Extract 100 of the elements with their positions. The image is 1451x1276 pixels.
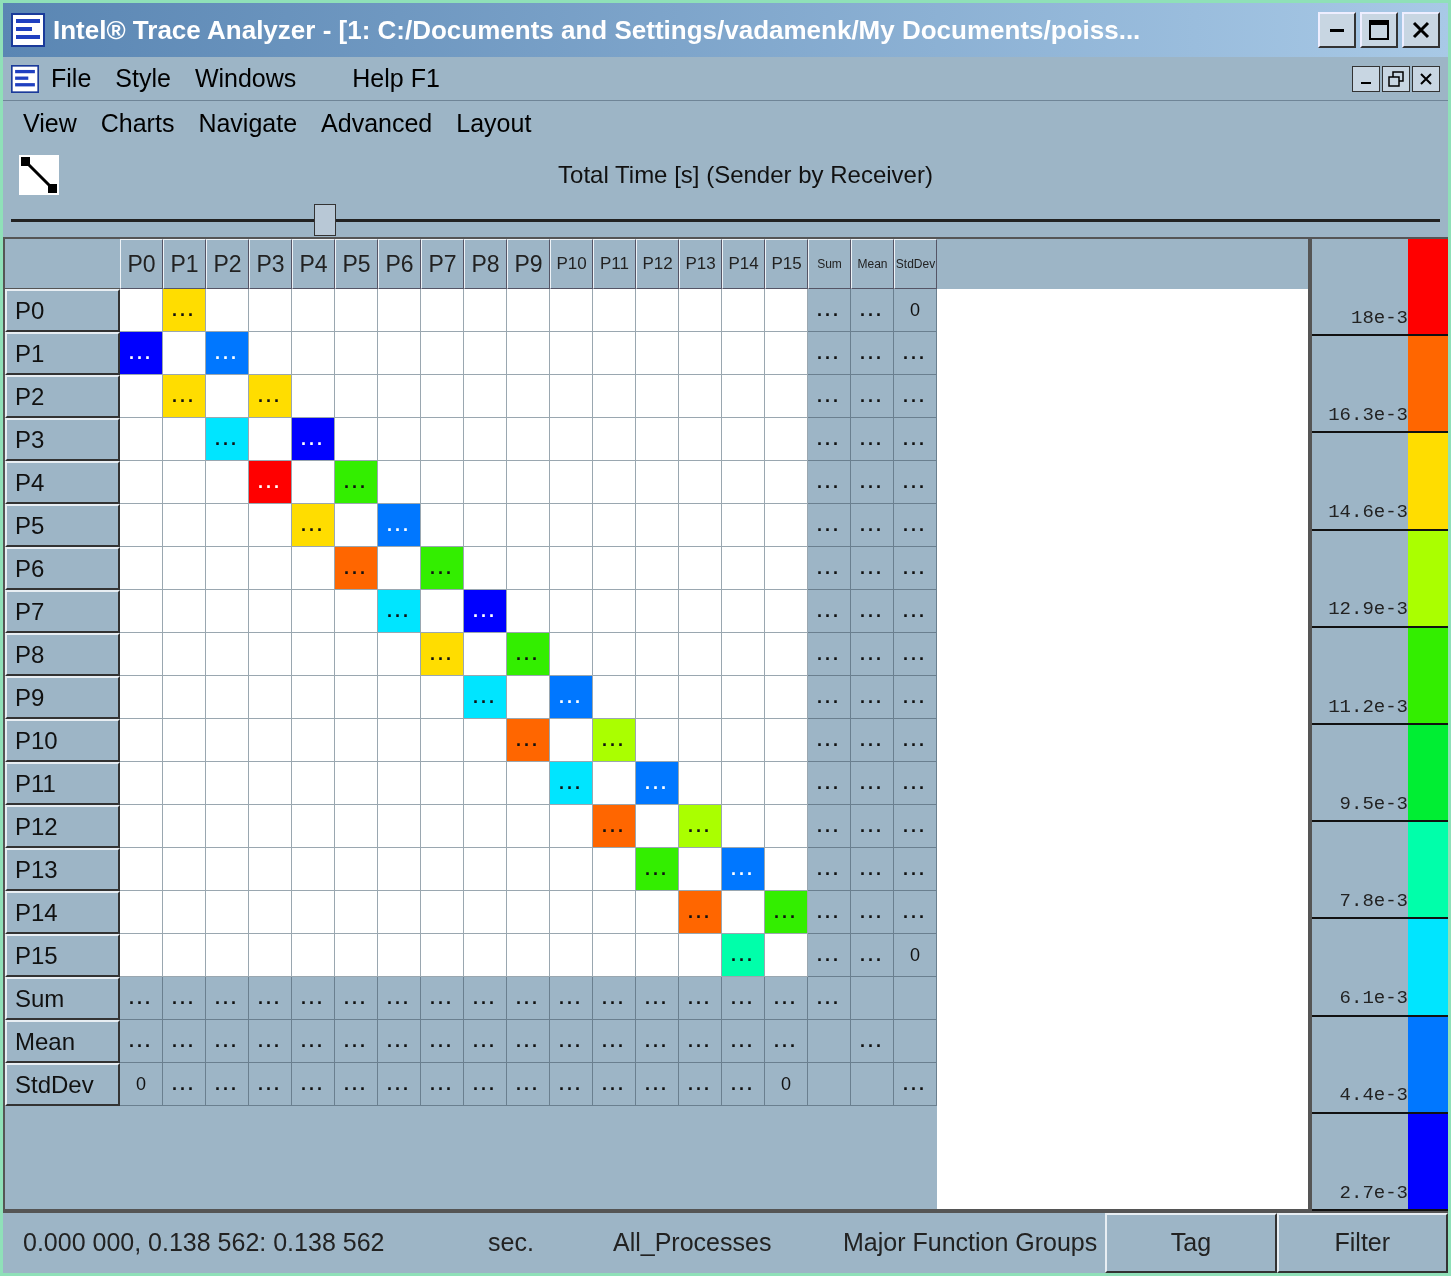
matrix-cell xyxy=(722,547,765,590)
matrix-cell xyxy=(636,719,679,762)
minimize-button[interactable] xyxy=(1352,65,1380,92)
matrix-cell: ... xyxy=(808,934,851,977)
matrix-cell xyxy=(722,418,765,461)
matrix-cell: ... xyxy=(808,977,851,1020)
matrix-cell xyxy=(206,891,249,934)
column-header[interactable]: P15 xyxy=(765,239,808,289)
restore-button[interactable] xyxy=(1382,65,1410,92)
matrix-cell xyxy=(550,805,593,848)
column-header[interactable]: Mean xyxy=(851,239,894,289)
matrix-cell xyxy=(335,418,378,461)
column-header[interactable]: P4 xyxy=(292,239,335,289)
matrix-cell: ... xyxy=(464,676,507,719)
row-header[interactable]: P1 xyxy=(5,332,120,375)
matrix-cell: ... xyxy=(378,1063,421,1106)
matrix-cell xyxy=(464,934,507,977)
matrix-cell xyxy=(249,891,292,934)
row-header[interactable]: P15 xyxy=(5,934,120,977)
row-header[interactable]: P9 xyxy=(5,676,120,719)
row-header[interactable]: P7 xyxy=(5,590,120,633)
row-header[interactable]: P0 xyxy=(5,289,120,332)
column-header[interactable]: P13 xyxy=(679,239,722,289)
column-header[interactable]: P2 xyxy=(206,239,249,289)
matrix-cell xyxy=(421,848,464,891)
zoom-reset-button[interactable] xyxy=(19,155,59,195)
maximize-button[interactable] xyxy=(1360,12,1398,48)
matrix-cell: ... xyxy=(378,590,421,633)
menu-item[interactable]: Help F1 xyxy=(352,59,440,98)
row-header[interactable]: StdDev xyxy=(5,1063,120,1106)
filter-button[interactable]: Filter xyxy=(1276,1213,1448,1273)
menu-item[interactable]: Windows xyxy=(194,59,297,98)
matrix-cell xyxy=(335,934,378,977)
matrix-cell: ... xyxy=(636,762,679,805)
column-header[interactable]: P5 xyxy=(335,239,378,289)
menu-item[interactable]: Advanced xyxy=(321,105,433,143)
app-icon xyxy=(11,64,39,93)
row-header[interactable]: P3 xyxy=(5,418,120,461)
column-header[interactable]: P8 xyxy=(464,239,507,289)
matrix-cell xyxy=(507,676,550,719)
matrix-cell xyxy=(507,848,550,891)
matrix-cell xyxy=(421,332,464,375)
row-header[interactable]: Sum xyxy=(5,977,120,1020)
matrix-cell: ... xyxy=(421,547,464,590)
matrix-cell xyxy=(722,891,765,934)
menu-item[interactable]: View xyxy=(23,105,77,143)
column-header[interactable]: P9 xyxy=(507,239,550,289)
menu-item[interactable]: Style xyxy=(115,59,171,98)
matrix-cell: ... xyxy=(593,719,636,762)
time-slider[interactable] xyxy=(11,204,1440,236)
row-header[interactable]: P4 xyxy=(5,461,120,504)
row-header[interactable]: Mean xyxy=(5,1020,120,1063)
row-header[interactable]: P12 xyxy=(5,805,120,848)
matrix-cell xyxy=(722,289,765,332)
matrix-cell: ... xyxy=(679,977,722,1020)
matrix-cell: ... xyxy=(851,891,894,934)
row-header[interactable]: P6 xyxy=(5,547,120,590)
matrix-cell: ... xyxy=(808,891,851,934)
matrix-cell xyxy=(636,461,679,504)
menu-item[interactable]: Navigate xyxy=(198,105,298,143)
matrix-cell xyxy=(593,375,636,418)
column-header[interactable]: P7 xyxy=(421,239,464,289)
matrix-cell xyxy=(120,375,163,418)
matrix-cell xyxy=(120,504,163,547)
menu-item[interactable]: File xyxy=(51,59,92,98)
menu-item[interactable]: Layout xyxy=(456,105,532,143)
slider-thumb[interactable] xyxy=(314,204,337,236)
matrix-cell: ... xyxy=(163,289,206,332)
matrix-cell: ... xyxy=(593,1020,636,1063)
matrix-cell: ... xyxy=(894,332,937,375)
column-header[interactable]: P11 xyxy=(593,239,636,289)
matrix-cell: ... xyxy=(894,1063,937,1106)
column-header[interactable]: P12 xyxy=(636,239,679,289)
matrix-cell xyxy=(722,504,765,547)
row-header[interactable]: P8 xyxy=(5,633,120,676)
row-header[interactable]: P11 xyxy=(5,762,120,805)
matrix-cell: ... xyxy=(851,633,894,676)
row-header[interactable]: P5 xyxy=(5,504,120,547)
row-header[interactable]: P14 xyxy=(5,891,120,934)
tag-button[interactable]: Tag xyxy=(1105,1213,1277,1273)
matrix-cell xyxy=(378,719,421,762)
matrix-cell: ... xyxy=(851,934,894,977)
row-header[interactable]: P2 xyxy=(5,375,120,418)
column-header[interactable]: P3 xyxy=(249,239,292,289)
column-header[interactable]: StdDev xyxy=(894,239,937,289)
column-header[interactable]: P14 xyxy=(722,239,765,289)
matrix-cell xyxy=(679,590,722,633)
matrix-cell: ... xyxy=(335,1063,378,1106)
row-header[interactable]: P13 xyxy=(5,848,120,891)
row-header[interactable]: P10 xyxy=(5,719,120,762)
column-header[interactable]: P10 xyxy=(550,239,593,289)
column-header[interactable]: P6 xyxy=(378,239,421,289)
matrix-cell xyxy=(249,289,292,332)
matrix-cell xyxy=(206,375,249,418)
close-button[interactable] xyxy=(1412,65,1440,92)
column-header[interactable]: P1 xyxy=(163,239,206,289)
menu-item[interactable]: Charts xyxy=(100,105,175,143)
column-header[interactable]: Sum xyxy=(808,239,851,289)
matrix-cell: ... xyxy=(120,1020,163,1063)
column-header[interactable]: P0 xyxy=(120,239,163,289)
